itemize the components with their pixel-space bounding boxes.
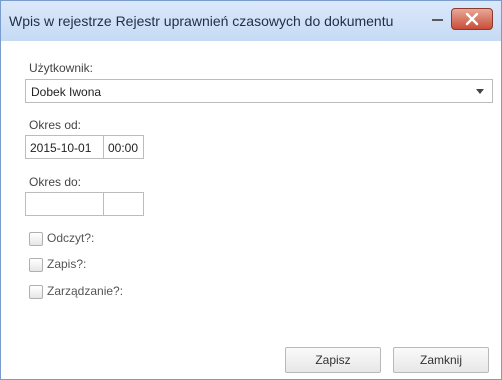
read-checkbox[interactable] [29, 232, 43, 246]
to-time-input[interactable] [103, 192, 144, 216]
dialog-window: Wpis w rejestrze Rejestr uprawnień czaso… [0, 0, 502, 380]
close-dialog-button[interactable]: Zamknij [393, 347, 489, 373]
save-button[interactable]: Zapisz [285, 347, 381, 373]
from-time-input[interactable]: 00:00 [103, 135, 144, 159]
to-label: Okres do: [29, 175, 82, 189]
manage-checkbox-label: Zarządzanie?: [47, 284, 124, 298]
chevron-down-icon [476, 89, 484, 94]
to-date-input[interactable] [25, 192, 104, 216]
user-select[interactable]: Dobek Iwona [25, 79, 493, 103]
title-bar[interactable]: Wpis w rejestrze Rejestr uprawnień czaso… [1, 1, 501, 41]
window-title: Wpis w rejestrze Rejestr uprawnień czaso… [9, 13, 394, 29]
read-checkbox-label: Odczyt?: [47, 231, 95, 245]
manage-checkbox[interactable] [29, 285, 43, 299]
close-icon [465, 12, 479, 26]
write-checkbox-label: Zapis?: [47, 257, 87, 271]
close-button[interactable] [451, 8, 493, 30]
minimize-button[interactable] [427, 11, 447, 29]
user-select-value: Dobek Iwona [31, 85, 102, 99]
write-checkbox[interactable] [29, 258, 43, 272]
minimize-icon [432, 19, 443, 21]
from-label: Okres od: [29, 118, 82, 132]
user-label: Użytkownik: [29, 61, 94, 75]
from-date-input[interactable]: 2015-10-01 [25, 135, 104, 159]
